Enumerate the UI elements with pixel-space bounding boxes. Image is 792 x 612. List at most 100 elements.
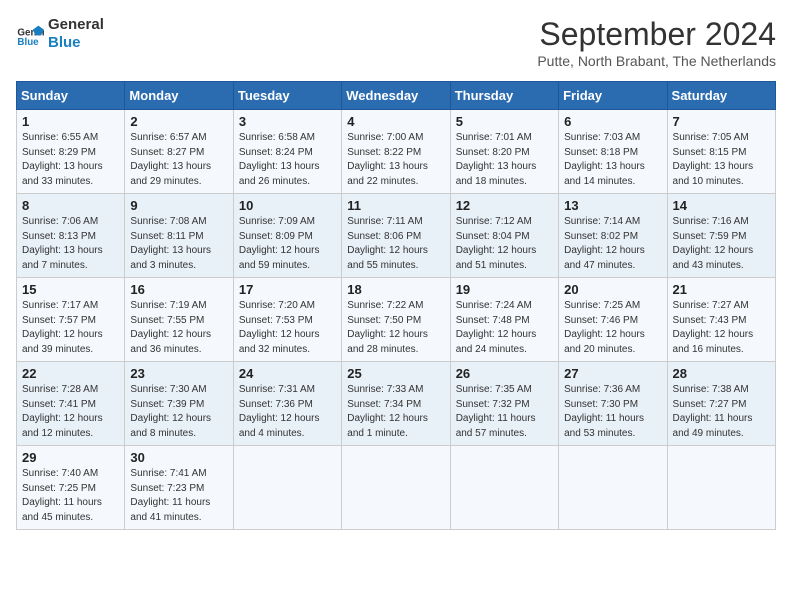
day-number: 17	[239, 282, 336, 297]
calendar-cell	[667, 446, 775, 530]
day-info: Sunrise: 7:20 AM Sunset: 7:53 PM Dayligh…	[239, 299, 336, 357]
day-number: 8	[22, 198, 119, 213]
calendar-cell: 6 Sunrise: 7:03 AM Sunset: 8:18 PM Daylig…	[559, 110, 667, 194]
day-number: 21	[673, 282, 770, 297]
day-number: 25	[347, 366, 444, 381]
calendar-cell: 15 Sunrise: 7:17 AM Sunset: 7:57 PM Dayli…	[17, 278, 125, 362]
day-info: Sunrise: 7:00 AM Sunset: 8:22 PM Dayligh…	[347, 131, 444, 189]
calendar-week-row: 8 Sunrise: 7:06 AM Sunset: 8:13 PM Daylig…	[17, 194, 776, 278]
calendar-cell: 26Sunrise: 7:35 AM Sunset: 7:32 PM Dayli…	[450, 362, 558, 446]
day-info: Sunrise: 7:22 AM Sunset: 7:50 PM Dayligh…	[347, 299, 444, 357]
day-number: 5	[456, 114, 553, 129]
calendar-cell: 25 Sunrise: 7:33 AM Sunset: 7:34 PM Dayli…	[342, 362, 450, 446]
day-info: Sunrise: 7:38 AM Sunset: 7:27 PM Dayligh…	[673, 383, 770, 441]
calendar-cell: 5 Sunrise: 7:01 AM Sunset: 8:20 PM Daylig…	[450, 110, 558, 194]
day-number: 15	[22, 282, 119, 297]
day-info: Sunrise: 6:55 AM Sunset: 8:29 PM Dayligh…	[22, 131, 119, 189]
day-info: Sunrise: 7:03 AM Sunset: 8:18 PM Dayligh…	[564, 131, 661, 189]
day-number: 18	[347, 282, 444, 297]
day-number: 27	[564, 366, 661, 381]
calendar-cell	[450, 446, 558, 530]
day-info: Sunrise: 7:24 AM Sunset: 7:48 PM Dayligh…	[456, 299, 553, 357]
day-number: 29	[22, 450, 119, 465]
calendar-table: Sunday Monday Tuesday Wednesday Thursday…	[16, 81, 776, 530]
calendar-header-row: Sunday Monday Tuesday Wednesday Thursday…	[17, 82, 776, 110]
calendar-cell: 2 Sunrise: 6:57 AM Sunset: 8:27 PM Daylig…	[125, 110, 233, 194]
day-number: 1	[22, 114, 119, 129]
calendar-cell: 24Sunrise: 7:31 AM Sunset: 7:36 PM Dayli…	[233, 362, 341, 446]
day-info: Sunrise: 7:14 AM Sunset: 8:02 PM Dayligh…	[564, 215, 661, 273]
calendar-cell: 4 Sunrise: 7:00 AM Sunset: 8:22 PM Daylig…	[342, 110, 450, 194]
day-info: Sunrise: 7:30 AM Sunset: 7:39 PM Dayligh…	[130, 383, 227, 441]
calendar-cell: 13 Sunrise: 7:14 AM Sunset: 8:02 PM Dayli…	[559, 194, 667, 278]
calendar-cell	[342, 446, 450, 530]
day-number: 13	[564, 198, 661, 213]
day-number: 12	[456, 198, 553, 213]
day-number: 10	[239, 198, 336, 213]
calendar-cell: 16 Sunrise: 7:19 AM Sunset: 7:55 PM Dayli…	[125, 278, 233, 362]
calendar-week-row: 15 Sunrise: 7:17 AM Sunset: 7:57 PM Dayli…	[17, 278, 776, 362]
logo-icon: General Blue	[16, 20, 44, 48]
calendar-cell: 19Sunrise: 7:24 AM Sunset: 7:48 PM Dayli…	[450, 278, 558, 362]
day-info: Sunrise: 7:19 AM Sunset: 7:55 PM Dayligh…	[130, 299, 227, 357]
calendar-cell	[233, 446, 341, 530]
day-number: 6	[564, 114, 661, 129]
title-block: September 2024 Putte, North Brabant, The…	[537, 16, 776, 69]
day-info: Sunrise: 7:40 AM Sunset: 7:25 PM Dayligh…	[22, 467, 119, 525]
calendar-cell: 10 Sunrise: 7:09 AM Sunset: 8:09 PM Dayli…	[233, 194, 341, 278]
day-info: Sunrise: 7:41 AM Sunset: 7:23 PM Dayligh…	[130, 467, 227, 525]
day-info: Sunrise: 7:01 AM Sunset: 8:20 PM Dayligh…	[456, 131, 553, 189]
day-number: 30	[130, 450, 227, 465]
day-info: Sunrise: 7:35 AM Sunset: 7:32 PM Dayligh…	[456, 383, 553, 441]
calendar-cell: 23 Sunrise: 7:30 AM Sunset: 7:39 PM Dayli…	[125, 362, 233, 446]
day-info: Sunrise: 7:06 AM Sunset: 8:13 PM Dayligh…	[22, 215, 119, 273]
day-info: Sunrise: 7:11 AM Sunset: 8:06 PM Dayligh…	[347, 215, 444, 273]
day-info: Sunrise: 7:31 AM Sunset: 7:36 PM Dayligh…	[239, 383, 336, 441]
day-info: Sunrise: 7:16 AM Sunset: 7:59 PM Dayligh…	[673, 215, 770, 273]
calendar-week-row: 29 Sunrise: 7:40 AM Sunset: 7:25 PM Dayli…	[17, 446, 776, 530]
day-info: Sunrise: 7:36 AM Sunset: 7:30 PM Dayligh…	[564, 383, 661, 441]
col-friday: Friday	[559, 82, 667, 110]
logo-blue-text: Blue	[48, 34, 81, 51]
page-header: General Blue General Blue September 2024…	[16, 16, 776, 69]
day-info: Sunrise: 7:25 AM Sunset: 7:46 PM Dayligh…	[564, 299, 661, 357]
day-number: 9	[130, 198, 227, 213]
col-monday: Monday	[125, 82, 233, 110]
day-number: 23	[130, 366, 227, 381]
day-info: Sunrise: 7:17 AM Sunset: 7:57 PM Dayligh…	[22, 299, 119, 357]
day-info: Sunrise: 7:12 AM Sunset: 8:04 PM Dayligh…	[456, 215, 553, 273]
day-number: 11	[347, 198, 444, 213]
calendar-cell: 27 Sunrise: 7:36 AM Sunset: 7:30 PM Dayli…	[559, 362, 667, 446]
calendar-cell	[559, 446, 667, 530]
day-info: Sunrise: 6:57 AM Sunset: 8:27 PM Dayligh…	[130, 131, 227, 189]
location: Putte, North Brabant, The Netherlands	[537, 53, 776, 69]
calendar-cell: 8 Sunrise: 7:06 AM Sunset: 8:13 PM Daylig…	[17, 194, 125, 278]
day-number: 16	[130, 282, 227, 297]
calendar-cell: 21Sunrise: 7:27 AM Sunset: 7:43 PM Dayli…	[667, 278, 775, 362]
day-info: Sunrise: 7:08 AM Sunset: 8:11 PM Dayligh…	[130, 215, 227, 273]
day-info: Sunrise: 7:33 AM Sunset: 7:34 PM Dayligh…	[347, 383, 444, 441]
calendar-cell: 14 Sunrise: 7:16 AM Sunset: 7:59 PM Dayli…	[667, 194, 775, 278]
day-number: 4	[347, 114, 444, 129]
day-number: 2	[130, 114, 227, 129]
day-number: 20	[564, 282, 661, 297]
calendar-cell: 18 Sunrise: 7:22 AM Sunset: 7:50 PM Dayli…	[342, 278, 450, 362]
calendar-cell: 20 Sunrise: 7:25 AM Sunset: 7:46 PM Dayli…	[559, 278, 667, 362]
calendar-cell: 17 Sunrise: 7:20 AM Sunset: 7:53 PM Dayli…	[233, 278, 341, 362]
calendar-cell: 12 Sunrise: 7:12 AM Sunset: 8:04 PM Dayli…	[450, 194, 558, 278]
logo: General Blue General Blue	[16, 16, 104, 52]
calendar-cell: 9 Sunrise: 7:08 AM Sunset: 8:11 PM Daylig…	[125, 194, 233, 278]
calendar-cell: 7Sunrise: 7:05 AM Sunset: 8:15 PM Daylig…	[667, 110, 775, 194]
calendar-cell: 30 Sunrise: 7:41 AM Sunset: 7:23 PM Dayli…	[125, 446, 233, 530]
day-info: Sunrise: 7:28 AM Sunset: 7:41 PM Dayligh…	[22, 383, 119, 441]
day-info: Sunrise: 6:58 AM Sunset: 8:24 PM Dayligh…	[239, 131, 336, 189]
calendar-cell: 22Sunrise: 7:28 AM Sunset: 7:41 PM Dayli…	[17, 362, 125, 446]
day-info: Sunrise: 7:05 AM Sunset: 8:15 PM Dayligh…	[673, 131, 770, 189]
col-thursday: Thursday	[450, 82, 558, 110]
col-tuesday: Tuesday	[233, 82, 341, 110]
col-sunday: Sunday	[17, 82, 125, 110]
calendar-cell: 28Sunrise: 7:38 AM Sunset: 7:27 PM Dayli…	[667, 362, 775, 446]
month-year: September 2024	[537, 16, 776, 53]
day-number: 14	[673, 198, 770, 213]
day-info: Sunrise: 7:09 AM Sunset: 8:09 PM Dayligh…	[239, 215, 336, 273]
